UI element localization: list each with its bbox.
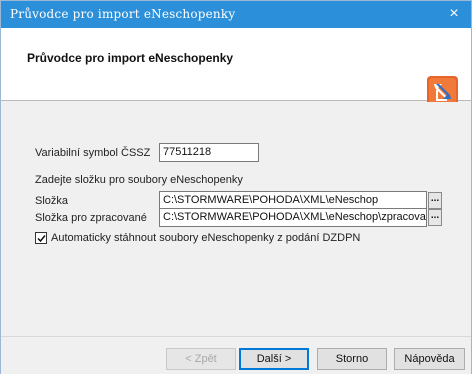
wizard-heading: Průvodce pro import eNeschopenky [27, 51, 234, 65]
processed-folder-browse-button[interactable]: ... [428, 209, 442, 226]
cancel-button[interactable]: Storno [317, 348, 387, 370]
close-icon[interactable]: × [437, 1, 471, 28]
checkmark-icon [37, 235, 46, 243]
next-button[interactable]: Další > [239, 348, 309, 370]
folder-label: Složka [35, 195, 69, 207]
auto-download-label: Automaticky stáhnout soubory eNeschopenk… [51, 232, 361, 244]
processed-folder-label: Složka pro zpracované [35, 212, 147, 224]
auto-download-checkbox[interactable] [35, 232, 47, 244]
back-button[interactable]: < Zpět [166, 348, 236, 370]
title-bar: Průvodce pro import eNeschopenky × [1, 1, 471, 28]
variable-symbol-input[interactable]: 77511218 [159, 143, 259, 162]
folder-section-label: Zadejte složku pro soubory eNeschopenky [35, 174, 243, 186]
window-title: Průvodce pro import eNeschopenky [10, 7, 236, 21]
wizard-window: Průvodce pro import eNeschopenky × Průvo… [0, 0, 472, 374]
folder-browse-button[interactable]: ... [428, 192, 442, 209]
help-button[interactable]: Nápověda [394, 348, 465, 370]
processed-folder-input[interactable]: C:\STORMWARE\POHODA\XML\eNeschop\zpracov… [159, 208, 427, 227]
wizard-header: Průvodce pro import eNeschopenky [1, 28, 471, 107]
variable-symbol-label: Variabilní symbol ČSSZ [35, 147, 151, 159]
